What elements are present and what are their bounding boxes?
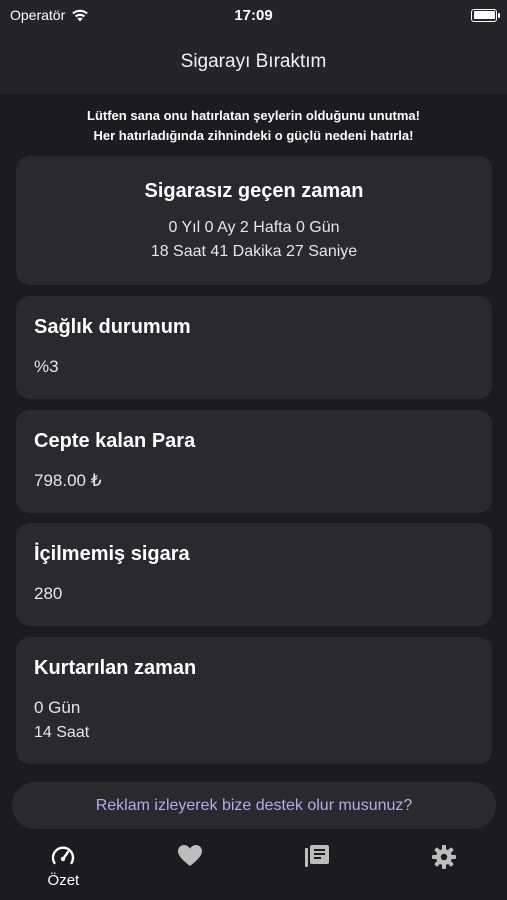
saved-time-card[interactable]: Kurtarılan zaman 0 Gün 14 Saat xyxy=(16,637,492,764)
cigarettes-value: 280 xyxy=(34,584,63,603)
card-title: Cepte kalan Para xyxy=(34,430,196,452)
carrier-label: Operatör xyxy=(10,7,66,23)
reminder-line-2: Her hatırladığında zihnindeki o güçlü ne… xyxy=(93,128,414,143)
watch-ad-button[interactable]: Reklam izleyerek bize destek olur musunu… xyxy=(12,782,496,829)
cigarettes-card[interactable]: İçilmemiş sigara 280 xyxy=(16,523,492,626)
card-title: Sigarasız geçen zaman xyxy=(144,180,364,202)
gear-icon xyxy=(431,845,456,869)
nav-bar: Sigarayı Bıraktım xyxy=(0,30,507,94)
card-title: Kurtarılan zaman xyxy=(34,657,197,679)
wifi-icon xyxy=(72,9,89,22)
card-title: İçilmemiş sigara xyxy=(34,543,190,565)
saved-hours-value: 14 Saat xyxy=(34,724,90,741)
health-card[interactable]: Sağlık durumum %3 xyxy=(16,296,492,399)
tab-bar: Özet xyxy=(0,838,507,900)
speedometer-icon xyxy=(52,846,75,865)
status-bar: Operatör 17:09 xyxy=(0,0,507,30)
reminder-text: Lütfen sana onu hatırlatan şeylerin oldu… xyxy=(0,94,507,146)
tab-library[interactable] xyxy=(277,844,357,868)
tab-settings[interactable] xyxy=(404,844,484,870)
tab-health[interactable] xyxy=(150,844,230,868)
battery-icon xyxy=(471,8,500,22)
time-without-smoking-card[interactable]: Sigarasız geçen zaman 0 Yıl 0 Ay 2 Hafta… xyxy=(16,156,492,285)
status-left: Operatör xyxy=(10,7,89,23)
saved-days-value: 0 Gün xyxy=(34,698,81,717)
elapsed-time-line-2: 18 Saat 41 Dakika 27 Saniye xyxy=(150,243,358,260)
heart-icon xyxy=(178,845,203,866)
tab-summary-label: Özet xyxy=(47,872,80,889)
money-value: 798.00 ₺ xyxy=(34,471,102,490)
library-icon xyxy=(304,845,329,867)
money-card[interactable]: Cepte kalan Para 798.00 ₺ xyxy=(16,410,492,513)
watch-ad-label: Reklam izleyerek bize destek olur musunu… xyxy=(95,796,413,814)
reminder-line-1: Lütfen sana onu hatırlatan şeylerin oldu… xyxy=(87,108,420,123)
elapsed-time-line-1: 0 Yıl 0 Ay 2 Hafta 0 Gün xyxy=(168,219,340,236)
page-title: Sigarayı Bıraktım xyxy=(180,51,327,72)
tab-summary[interactable]: Özet xyxy=(23,844,103,889)
health-value: %3 xyxy=(34,357,59,376)
card-title: Sağlık durumum xyxy=(34,316,191,338)
